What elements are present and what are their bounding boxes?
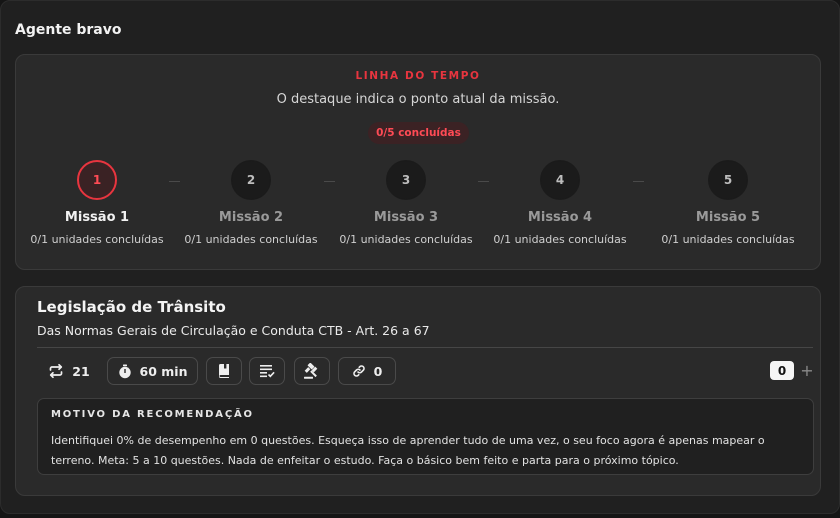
reason-text: Identifiquei 0% de desempenho em 0 quest… <box>51 434 765 467</box>
step-number-circle[interactable]: 5 <box>708 160 748 200</box>
step-progress-text: 0/1 unidades concluídas <box>493 233 627 246</box>
topic-card: Legislação de Trânsito Das Normas Gerais… <box>15 286 821 496</box>
step-progress-text: 0/1 unidades concluídas <box>30 233 164 246</box>
gavel-icon <box>303 363 321 379</box>
checklist-icon <box>259 364 275 378</box>
timeline-card: LINHA DO TEMPO O destaque indica o ponto… <box>15 54 821 270</box>
divider <box>37 347 813 348</box>
step-number-circle[interactable]: 2 <box>231 160 271 200</box>
timer-button[interactable]: 60 min <box>107 357 198 385</box>
checklist-button[interactable] <box>249 357 285 385</box>
step-progress-text: 0/1 unidades concluídas <box>661 233 795 246</box>
step-progress-text: 0/1 unidades concluídas <box>184 233 318 246</box>
step-title: Missão 5 <box>695 210 761 225</box>
timeline-subtitle: O destaque indica o ponto atual da missã… <box>276 92 560 107</box>
step-number-circle[interactable]: 1 <box>77 160 117 200</box>
counter-value[interactable]: 0 <box>770 361 794 380</box>
agent-window: Agente bravo LINHA DO TEMPO O destaque i… <box>0 0 840 514</box>
topic-subtitle: Das Normas Gerais de Circulação e Condut… <box>37 323 430 338</box>
progress-badge: 0/5 concluídas <box>368 122 469 144</box>
timer-label: 60 min <box>139 363 188 379</box>
link-count: 0 <box>373 363 383 379</box>
book-button[interactable] <box>206 357 242 385</box>
timeline-kicker: LINHA DO TEMPO <box>355 70 481 82</box>
mission-step-3[interactable]: 3 Missão 3 0/1 unidades concluídas <box>331 160 481 246</box>
step-number-circle[interactable]: 4 <box>540 160 580 200</box>
reason-title: MOTIVO DA RECOMENDAÇÃO <box>51 409 254 420</box>
book-icon <box>218 364 230 378</box>
step-title: Missão 3 <box>373 210 439 225</box>
gavel-button[interactable] <box>294 357 330 385</box>
stopwatch-icon <box>118 364 132 379</box>
links-button[interactable]: 0 <box>338 357 396 385</box>
step-connector <box>633 181 644 182</box>
step-progress-text: 0/1 unidades concluídas <box>339 233 473 246</box>
repeat-icon <box>48 363 64 379</box>
step-title: Missão 4 <box>527 210 593 225</box>
add-button[interactable]: + <box>800 361 814 380</box>
step-number-circle[interactable]: 3 <box>386 160 426 200</box>
recommendation-reason: MOTIVO DA RECOMENDAÇÃO Identifiquei 0% d… <box>37 398 814 475</box>
mission-step-2[interactable]: 2 Missão 2 0/1 unidades concluídas <box>176 160 326 246</box>
topic-title: Legislação de Trânsito <box>37 298 226 316</box>
mission-step-4[interactable]: 4 Missão 4 0/1 unidades concluídas <box>485 160 635 246</box>
mission-step-1[interactable]: 1 Missão 1 0/1 unidades concluídas <box>22 160 172 246</box>
window-title: Agente bravo <box>15 22 122 38</box>
repeat-count-value: 21 <box>72 363 90 379</box>
repeat-count: 21 <box>45 357 93 385</box>
step-title: Missão 2 <box>218 210 284 225</box>
mission-step-5[interactable]: 5 Missão 5 0/1 unidades concluídas <box>653 160 803 246</box>
link-icon <box>352 364 366 378</box>
step-title: Missão 1 <box>64 210 130 225</box>
